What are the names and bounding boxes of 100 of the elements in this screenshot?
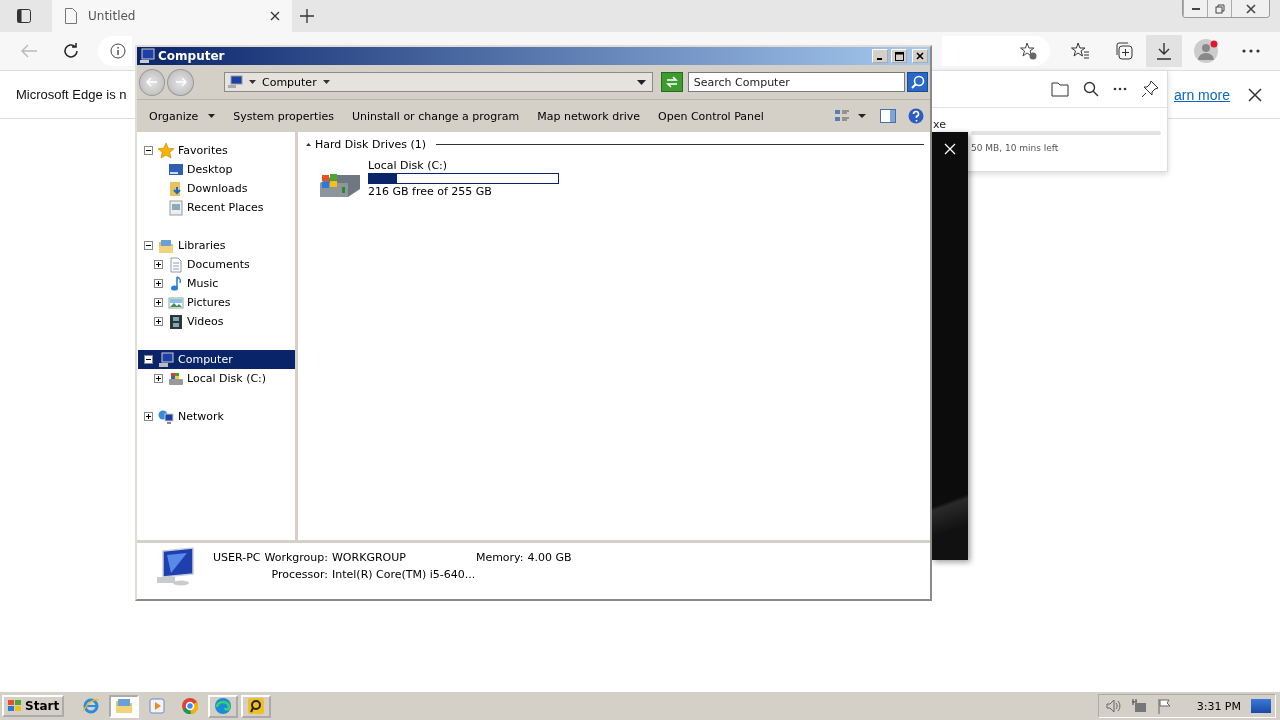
nav-item[interactable]: Network: [158, 407, 295, 426]
nav-item[interactable]: Pictures: [168, 293, 295, 312]
restore-button[interactable]: [1207, 0, 1231, 17]
speaker-icon[interactable]: [1104, 699, 1121, 713]
toolbar-button[interactable]: Map network drive: [529, 105, 649, 127]
collapse-icon[interactable]: [144, 146, 153, 155]
close-icon[interactable]: [270, 11, 280, 21]
infobar-message: Microsoft Edge is n: [16, 87, 127, 102]
refresh-arrows-icon: [664, 76, 679, 88]
expand-icon[interactable]: [154, 317, 163, 326]
memory-label: Memory:: [475, 551, 524, 564]
maximize-icon: [894, 51, 904, 61]
forward-arrow-icon: [174, 77, 187, 87]
tab-actions-icon[interactable]: [16, 8, 32, 24]
nav-item[interactable]: Music: [168, 274, 295, 293]
expand-icon[interactable]: [144, 412, 153, 421]
chrome-icon: [181, 697, 200, 715]
clock[interactable]: 3:31 PM: [1196, 699, 1241, 713]
collapse-icon[interactable]: [144, 355, 153, 364]
network-icon: [158, 408, 174, 425]
workgroup-label: Workgroup:: [264, 551, 328, 564]
app-icon: [247, 697, 266, 715]
address-bar[interactable]: [98, 36, 132, 66]
close-icon: [916, 52, 924, 60]
close-icon[interactable]: [1248, 87, 1262, 102]
toolbar-button[interactable]: Open Control Panel: [650, 105, 772, 127]
nav-item[interactable]: Desktop: [168, 160, 295, 179]
expand-icon[interactable]: [154, 279, 163, 288]
add-favorite-icon[interactable]: [1018, 41, 1038, 61]
expand-icon[interactable]: [154, 298, 163, 307]
info-icon[interactable]: [110, 43, 126, 59]
pictures-icon: [168, 294, 184, 311]
nav-item[interactable]: Downloads: [168, 179, 295, 198]
refresh-button[interactable]: [661, 72, 683, 92]
library-icon: [158, 237, 174, 254]
downloads-button[interactable]: [1146, 35, 1182, 67]
dropdown-icon[interactable]: [637, 79, 647, 85]
toolbar-button[interactable]: System properties: [225, 105, 342, 127]
toolbar-button[interactable]: Uninstall or change a program: [343, 105, 528, 127]
close-button[interactable]: [1231, 0, 1269, 17]
drive-name[interactable]: Local Disk (C:): [368, 159, 559, 172]
flag-icon[interactable]: [1156, 698, 1173, 714]
network-icon[interactable]: [1130, 698, 1147, 714]
expand-icon[interactable]: [154, 374, 163, 383]
folder-icon[interactable]: [1051, 81, 1069, 97]
back-arrow-icon: [146, 77, 159, 87]
nav-item[interactable]: Videos: [168, 312, 295, 331]
learn-more-link[interactable]: arn more: [1173, 86, 1230, 103]
more-icon[interactable]: [1113, 87, 1127, 91]
expand-icon[interactable]: [154, 260, 163, 269]
new-tab-icon[interactable]: [300, 9, 314, 23]
computer-icon: [139, 48, 155, 64]
browser-tab[interactable]: Untitled: [52, 0, 292, 32]
nav-item[interactable]: Local Disk (C:): [168, 369, 295, 388]
help-icon[interactable]: [908, 108, 924, 124]
computer-icon: [158, 351, 174, 368]
taskbar-app-button[interactable]: [241, 694, 272, 718]
workgroup-value: WORKGROUP: [332, 551, 406, 564]
address-field[interactable]: Computer: [223, 72, 654, 92]
forward-button[interactable]: [167, 68, 194, 96]
pin-icon[interactable]: [1141, 80, 1159, 98]
refresh-icon[interactable]: [62, 42, 80, 60]
organize-menu[interactable]: Organize: [141, 105, 224, 127]
restore-icon: [1214, 3, 1225, 14]
profile-avatar[interactable]: [1194, 39, 1218, 63]
download-icon: [1156, 42, 1172, 60]
maximize-button[interactable]: [891, 49, 907, 63]
breadcrumb[interactable]: Computer: [261, 75, 317, 89]
group-heading[interactable]: Hard Disk Drives (1): [315, 138, 427, 151]
caret-icon[interactable]: [322, 80, 330, 84]
nav-item[interactable]: Recent Places: [168, 198, 295, 217]
play-icon: [148, 697, 167, 715]
edge-icon: [214, 697, 233, 715]
collapse-icon[interactable]: [306, 143, 311, 146]
start-button[interactable]: Start: [2, 695, 65, 717]
caret-icon[interactable]: [248, 80, 256, 84]
nav-item[interactable]: Documents: [168, 255, 295, 274]
view-options-icon[interactable]: [834, 109, 850, 123]
collapse-icon[interactable]: [144, 241, 153, 250]
nav-item[interactable]: Libraries: [158, 236, 295, 255]
caret-icon[interactable]: [858, 114, 866, 118]
preview-pane-icon[interactable]: [880, 109, 896, 123]
favorites-icon[interactable]: [1070, 41, 1090, 61]
search-field[interactable]: Search Computer: [687, 72, 906, 92]
film-icon: [168, 313, 184, 330]
collections-icon[interactable]: [1114, 41, 1134, 61]
nav-item[interactable]: Favorites: [158, 141, 295, 160]
music-note-icon: [168, 275, 184, 292]
search-button[interactable]: [907, 72, 928, 92]
back-button[interactable]: [139, 68, 166, 96]
more-icon[interactable]: [1242, 49, 1260, 53]
download-status: 50 MB, 10 mins left: [971, 143, 1059, 153]
computer-name: USER-PC: [213, 551, 261, 564]
search-icon[interactable]: [1083, 81, 1099, 97]
minimize-button[interactable]: [1183, 0, 1207, 17]
windows-flag-icon: [7, 699, 23, 713]
file-name: xe: [933, 118, 946, 131]
processor-label: Processor:: [271, 568, 328, 581]
caret-icon: [208, 114, 216, 118]
folder-icon: [115, 697, 134, 715]
